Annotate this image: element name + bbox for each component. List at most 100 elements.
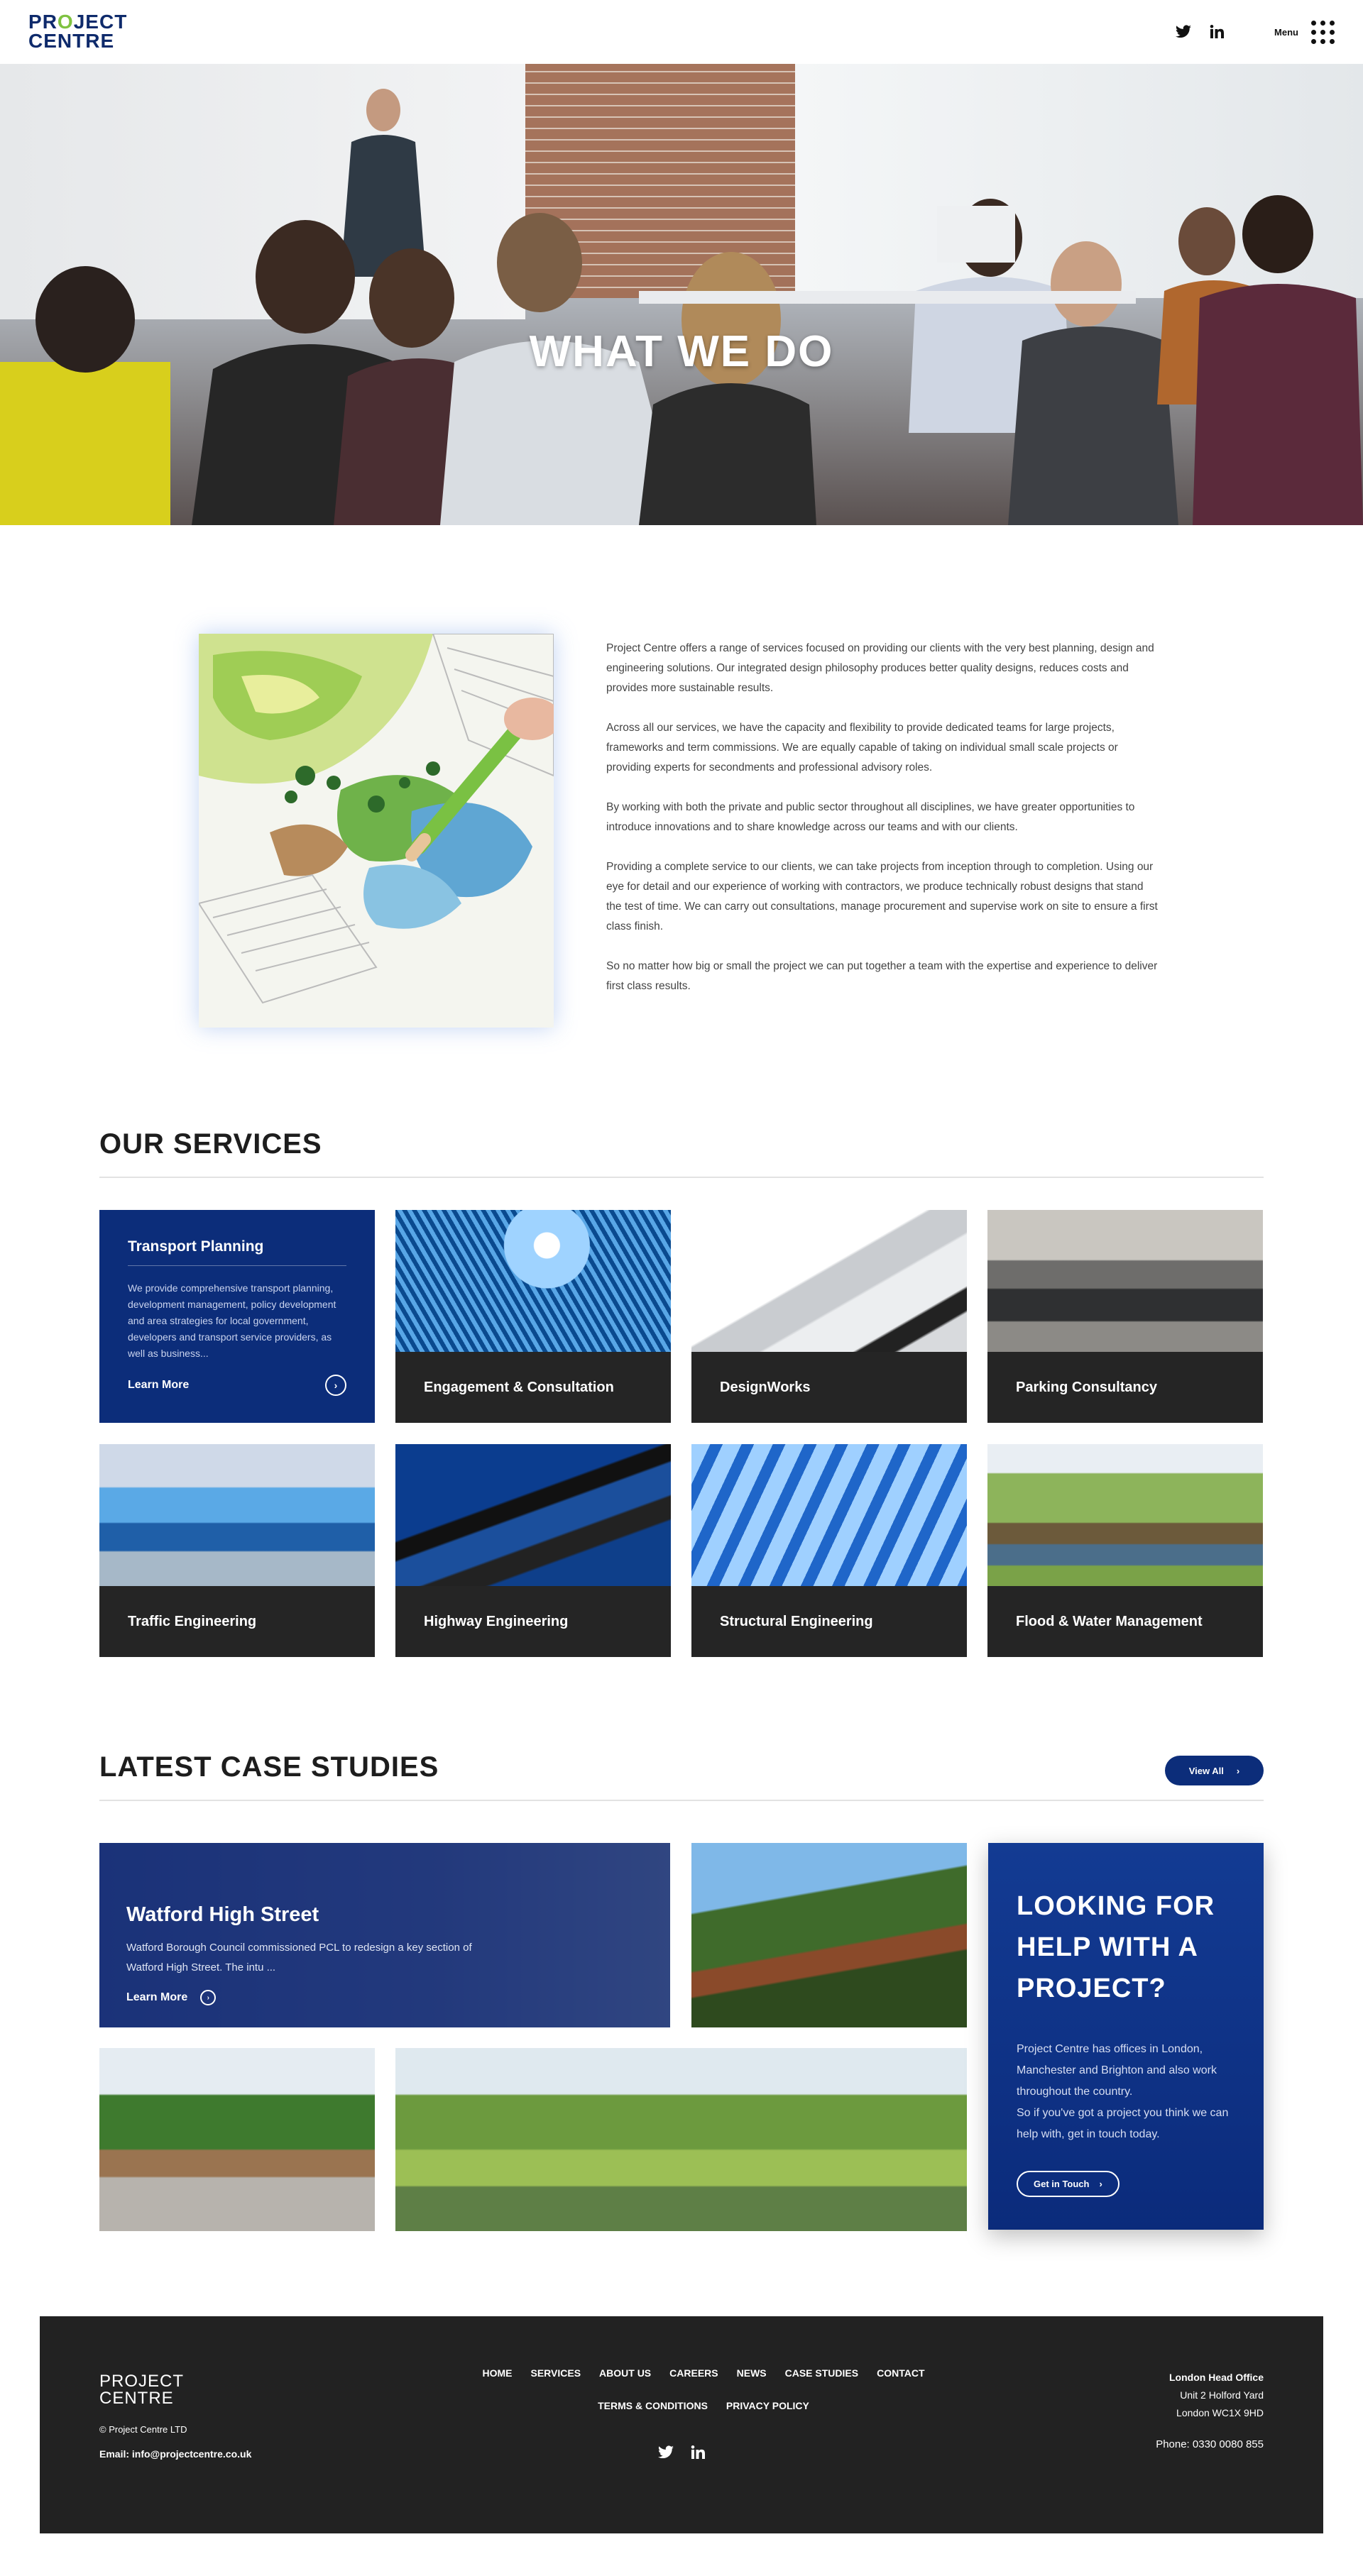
service-card-parking[interactable]: Parking Consultancy	[987, 1210, 1263, 1423]
service-card-title: Parking Consultancy	[1016, 1379, 1157, 1395]
footer-phone[interactable]: Phone: 0330 0080 855	[1156, 2438, 1264, 2450]
service-card-title: Highway Engineering	[424, 1613, 569, 1629]
hero-title: WHAT WE DO	[529, 327, 834, 376]
footer-nav-row-2: TERMS & CONDITIONS PRIVACY POLICY	[434, 2400, 973, 2411]
case-study-park[interactable]	[395, 2048, 967, 2231]
intro-paragraph: Providing a complete service to our clie…	[606, 861, 1158, 932]
footer-nav-services[interactable]: SERVICES	[530, 2367, 581, 2379]
logo-line-2: CENTRE	[28, 30, 115, 52]
service-card-image	[987, 1210, 1263, 1352]
footer-nav: HOME SERVICES ABOUT US CAREERS NEWS CASE…	[434, 2367, 973, 2433]
service-card-engagement[interactable]: Engagement & Consultation	[395, 1210, 671, 1423]
footer-nav-terms[interactable]: TERMS & CONDITIONS	[598, 2400, 708, 2411]
service-card-structural-engineering[interactable]: Structural Engineering	[691, 1444, 967, 1657]
footer-logo[interactable]: PROJECT CENTRE	[99, 2373, 184, 2407]
service-card-highway-engineering[interactable]: Highway Engineering	[395, 1444, 671, 1657]
case-studies-title: LATEST CASE STUDIES	[99, 1751, 439, 1783]
cta-text: Project Centre has offices in London, Ma…	[1017, 2039, 1235, 2145]
service-card-bar: Engagement & Consultation	[395, 1352, 671, 1423]
learn-more-label: Learn More	[128, 1379, 190, 1391]
footer-nav-case-studies[interactable]: CASE STUDIES	[785, 2367, 858, 2379]
linkedin-icon[interactable]	[689, 2444, 706, 2465]
footer-email[interactable]: Email: info@projectcentre.co.uk	[99, 2448, 251, 2460]
service-card-transport-planning[interactable]: Transport Planning We provide comprehens…	[99, 1210, 375, 1423]
intro-landscape-plan-image	[199, 634, 554, 1028]
footer-nav-contact[interactable]: CONTACT	[877, 2367, 924, 2379]
service-card-image	[395, 1444, 671, 1586]
logo-line-1: PROJECT	[99, 2372, 185, 2391]
logo-line-2: CENTRE	[99, 2389, 174, 2408]
case-study-parklet[interactable]	[99, 2048, 375, 2231]
learn-more-link[interactable]: Learn More ›	[128, 1375, 346, 1396]
service-card-description: We provide comprehensive transport plann…	[128, 1282, 336, 1359]
site-header: PROJECT CENTRE Menu	[0, 0, 1363, 64]
service-card-image	[99, 1444, 375, 1586]
footer-nav-row-1: HOME SERVICES ABOUT US CAREERS NEWS CASE…	[434, 2367, 973, 2379]
service-card-bar: DesignWorks	[691, 1352, 967, 1423]
service-card-image	[691, 1444, 967, 1586]
intro-text: Project Centre offers a range of service…	[606, 639, 1160, 1016]
view-all-label: View All	[1188, 1765, 1224, 1776]
service-card-flood-water[interactable]: Flood & Water Management	[987, 1444, 1263, 1657]
service-card-designworks[interactable]: DesignWorks	[691, 1210, 967, 1423]
services-divider	[99, 1177, 1264, 1178]
service-card-title: Structural Engineering	[720, 1613, 873, 1629]
service-card-title: DesignWorks	[720, 1379, 811, 1395]
cta-title: LOOKING FOR HELP WITH A PROJECT?	[1017, 1891, 1215, 2003]
intro-paragraph: Project Centre offers a range of service…	[606, 642, 1154, 694]
intro-paragraph: Across all our services, we have the cap…	[606, 722, 1118, 774]
cta-text-invite: So if you've got a project you think we …	[1017, 2107, 1229, 2140]
hero-banner: WHAT WE DO	[0, 64, 1363, 525]
footer-nav-news[interactable]: NEWS	[737, 2367, 767, 2379]
header-social	[1175, 23, 1225, 40]
site-logo[interactable]: PROJECT CENTRE	[28, 11, 128, 52]
contact-cta-panel: LOOKING FOR HELP WITH A PROJECT? Project…	[988, 1843, 1264, 2230]
view-all-button[interactable]: View All ›	[1165, 1756, 1264, 1785]
service-card-image	[395, 1210, 671, 1352]
header-right: Menu	[1175, 20, 1335, 44]
learn-more-link[interactable]: Learn More ›	[126, 1990, 217, 2005]
footer-copyright: © Project Centre LTD	[99, 2424, 187, 2435]
service-card-title: Traffic Engineering	[128, 1613, 257, 1629]
learn-more-label: Learn More	[126, 1991, 188, 2003]
menu-grid-icon	[1311, 20, 1335, 44]
arrow-right-icon: ›	[325, 1375, 346, 1396]
service-card-bar: Flood & Water Management	[987, 1586, 1263, 1657]
office-line-2: London WC1X 9HD	[1176, 2407, 1264, 2418]
hero-photo-audience	[0, 89, 1363, 525]
intro-paragraph: So no matter how big or small the projec…	[606, 960, 1158, 992]
service-card-traffic-engineering[interactable]: Traffic Engineering	[99, 1444, 375, 1657]
office-title: London Head Office	[1169, 2372, 1264, 2383]
service-card-bar: Structural Engineering	[691, 1586, 967, 1657]
service-card-bar: Parking Consultancy	[987, 1352, 1263, 1423]
twitter-icon[interactable]	[1175, 23, 1192, 40]
case-studies-divider	[99, 1800, 1264, 1801]
get-in-touch-button[interactable]: Get in Touch ›	[1017, 2171, 1120, 2197]
service-card-image	[691, 1210, 967, 1352]
footer-office-address: London Head Office Unit 2 Holford Yard L…	[1169, 2369, 1264, 2422]
case-study-excerpt: Watford Borough Council commissioned PCL…	[126, 1942, 472, 1974]
chevron-right-icon: ›	[1099, 2179, 1102, 2189]
office-line-1: Unit 2 Holford Yard	[1180, 2389, 1264, 2401]
case-study-title: Watford High Street	[126, 1903, 319, 1926]
menu-button[interactable]: Menu	[1274, 20, 1335, 44]
service-card-bar: Highway Engineering	[395, 1586, 671, 1657]
footer-social	[657, 2444, 706, 2465]
logo-line-1: PROJECT	[28, 11, 128, 33]
arrow-right-icon: ›	[200, 1990, 217, 2005]
service-card-title: Engagement & Consultation	[424, 1379, 614, 1395]
footer-nav-careers[interactable]: CAREERS	[669, 2367, 718, 2379]
linkedin-icon[interactable]	[1208, 23, 1225, 40]
footer-nav-about-us[interactable]: ABOUT US	[599, 2367, 651, 2379]
footer-nav-privacy[interactable]: PRIVACY POLICY	[726, 2400, 809, 2411]
case-study-bridge[interactable]	[691, 1843, 967, 2027]
case-study-watford[interactable]: Watford High Street Watford Borough Coun…	[99, 1843, 670, 2027]
cta-text-offices: Project Centre has offices in London, Ma…	[1017, 2043, 1217, 2098]
services-title: OUR SERVICES	[99, 1128, 322, 1160]
get-in-touch-label: Get in Touch	[1034, 2179, 1090, 2189]
twitter-icon[interactable]	[657, 2444, 674, 2465]
footer-nav-home[interactable]: HOME	[482, 2367, 512, 2379]
service-card-image	[987, 1444, 1263, 1586]
intro-paragraph: By working with both the private and pub…	[606, 801, 1135, 833]
site-footer: PROJECT CENTRE © Project Centre LTD Emai…	[40, 2316, 1323, 2533]
